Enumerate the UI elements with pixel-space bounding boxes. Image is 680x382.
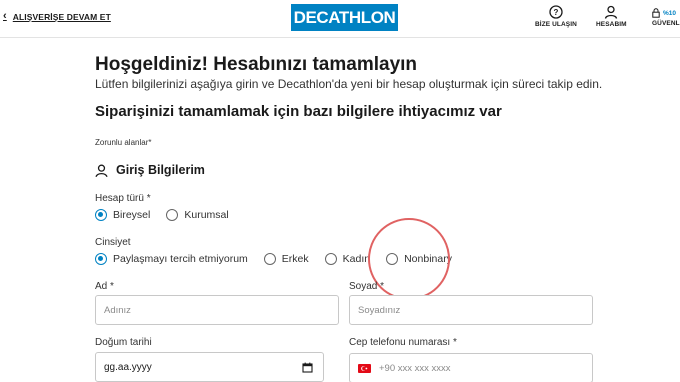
phone-label: Cep telefonu numarası * — [349, 337, 457, 348]
lock-icon — [652, 8, 660, 18]
gender-prefer-not-radio[interactable]: Paylaşmayı tercih etmiyorum — [95, 253, 248, 265]
birth-date-input[interactable]: gg.aa.yyyy — [95, 352, 324, 382]
birth-date-label: Doğum tarihi — [95, 337, 152, 348]
page-title: Hoşgeldiniz! Hesabınızı tamamlayın — [95, 54, 418, 75]
birth-date-value: gg.aa.yyyy — [104, 361, 152, 373]
phone-input[interactable]: +90 xxx xxx xxxx — [349, 353, 593, 382]
svg-text:?: ? — [554, 8, 559, 17]
turkey-flag-icon[interactable] — [358, 363, 371, 373]
my-account-button[interactable]: HESABIM — [596, 5, 627, 28]
last-name-placeholder: Soyadınız — [358, 304, 401, 316]
first-name-placeholder: Adınız — [104, 304, 131, 316]
radio-label: Kurumsal — [184, 209, 229, 221]
gender-group: Paylaşmayı tercih etmiyorum Erkek Kadın … — [95, 253, 452, 265]
help-icon: ? — [549, 5, 563, 19]
gender-male-radio[interactable]: Erkek — [263, 253, 309, 265]
my-account-label: HESABIM — [596, 21, 627, 28]
chevron-left-icon: ‹ — [3, 10, 7, 22]
account-type-individual-radio[interactable]: Bireysel — [95, 209, 150, 221]
account-type-corporate-radio[interactable]: Kurumsal — [166, 209, 229, 221]
last-name-input[interactable]: Soyadınız — [349, 295, 593, 325]
login-info-heading: Giriş Bilgilerim — [95, 163, 205, 177]
required-fields-note: Zorunlu alanlar* — [95, 138, 152, 147]
account-type-group: Bireysel Kurumsal — [95, 209, 229, 221]
radio-label: Erkek — [281, 253, 309, 265]
secure-payment-info: %10 GÜVENL — [652, 8, 680, 27]
contact-us-label: BİZE ULAŞIN — [535, 21, 577, 28]
section-title: Siparişinizi tamamlamak için bazı bilgil… — [95, 103, 502, 120]
radio-label: Kadın — [342, 253, 371, 265]
phone-placeholder: +90 xxx xxx xxxx — [379, 362, 451, 374]
login-info-label: Giriş Bilgilerim — [116, 163, 205, 177]
logo-text: DECATHLON — [293, 7, 396, 27]
user-icon — [605, 5, 618, 19]
crescent-star-icon — [361, 365, 368, 371]
radio-selected-icon — [95, 209, 107, 221]
continue-shopping-label: ALIŞVERİŞE DEVAM ET — [12, 11, 111, 22]
decathlon-logo[interactable]: DECATHLON — [291, 4, 398, 31]
radio-empty-icon — [263, 253, 276, 265]
contact-us-button[interactable]: ? BİZE ULAŞIN — [535, 5, 577, 28]
top-header: ‹ ALIŞVERİŞE DEVAM ET DECATHLON ? BİZE U… — [0, 0, 680, 38]
secure-percent: %10 — [663, 9, 677, 17]
radio-label: Nonbinary — [404, 253, 452, 265]
radio-empty-icon — [386, 253, 399, 265]
radio-empty-icon — [324, 253, 337, 265]
first-name-label: Ad * — [95, 281, 114, 292]
radio-empty-icon — [166, 209, 179, 221]
secure-label: GÜVENL — [652, 20, 680, 27]
continue-shopping-link[interactable]: ‹ ALIŞVERİŞE DEVAM ET — [3, 11, 111, 22]
account-type-label: Hesap türü * — [95, 193, 151, 204]
gender-female-radio[interactable]: Kadın — [324, 253, 371, 265]
first-name-input[interactable]: Adınız — [95, 295, 339, 325]
last-name-label: Soyad * — [349, 281, 385, 292]
radio-label: Paylaşmayı tercih etmiyorum — [113, 253, 248, 265]
user-icon — [95, 164, 108, 177]
page-subtitle: Lütfen bilgilerinizi aşağıya girin ve De… — [95, 77, 603, 91]
radio-label: Bireysel — [113, 209, 151, 221]
calendar-icon[interactable] — [302, 362, 313, 373]
radio-selected-icon — [95, 253, 107, 265]
gender-nonbinary-radio[interactable]: Nonbinary — [386, 253, 452, 265]
gender-label: Cinsiyet — [95, 237, 131, 248]
